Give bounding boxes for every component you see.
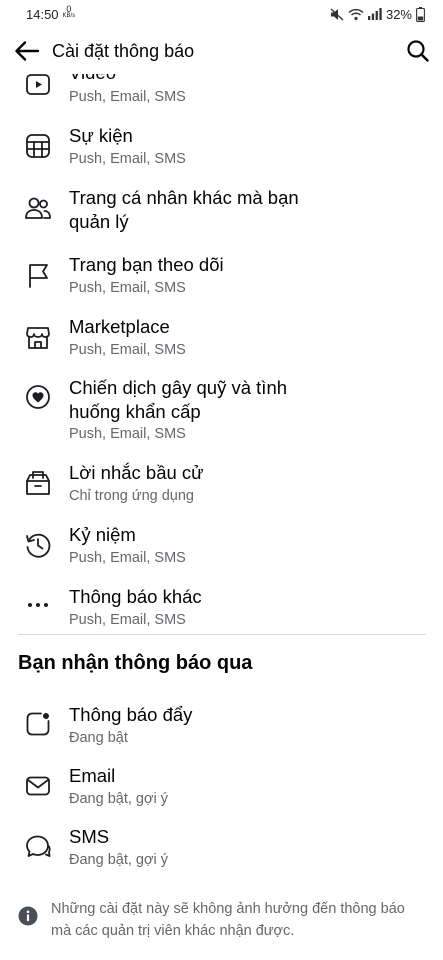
app-header: Cài đặt thông báo — [0, 28, 443, 74]
item-subtitle: Push, Email, SMS — [69, 550, 186, 566]
calendar-icon — [24, 132, 52, 160]
item-title: Email — [69, 765, 116, 786]
item-subtitle: Chỉ trong ứng dụng — [69, 488, 194, 504]
page-title: Cài đặt thông báo — [52, 40, 195, 61]
item-title: Trang bạn theo dõi — [69, 254, 224, 275]
section-divider — [18, 634, 426, 635]
list-item-fundraisers[interactable]: Chiến dịch gây quỹ và tình huống khẩn cấ… — [0, 376, 443, 446]
battery-percent: 32% — [385, 6, 412, 22]
footer-note-text: Những cài đặt này sẽ không ảnh hưởng đến… — [51, 898, 431, 942]
history-icon — [24, 531, 52, 559]
list-item-push[interactable]: Thông báo đẩy Đang bật — [0, 703, 443, 753]
item-title: Chiến dịch gây quỹ và tình — [69, 377, 288, 398]
item-subtitle: Push, Email, SMS — [69, 151, 186, 167]
item-title: Thông báo đẩy — [69, 704, 193, 725]
info-icon — [18, 906, 38, 926]
list-item-election-reminders[interactable]: Lời nhắc bầu cử Chỉ trong ứng dụng — [0, 461, 443, 511]
item-title-line2: huống khẩn cấp — [69, 401, 201, 422]
list-item-other-profiles[interactable]: Trang cá nhân khác mà bạn quản lý — [0, 186, 443, 242]
network-speed-unit: KB/s — [62, 13, 76, 19]
item-title: Sự kiện — [69, 125, 133, 146]
item-subtitle: Đang bật, gợi ý — [69, 791, 168, 807]
flag-icon — [24, 261, 52, 289]
list-item-marketplace[interactable]: Marketplace Push, Email, SMS — [0, 315, 443, 365]
mute-icon — [330, 8, 344, 21]
notification-settings-screen: Video Push, Email, SMS Sự kiện Push, Ema… — [0, 0, 443, 960]
list-item-followed-pages[interactable]: Trang bạn theo dõi Push, Email, SMS — [0, 253, 443, 303]
status-bar: 14:50 0 KB/s 32% — [0, 0, 443, 28]
list-item-sms[interactable]: SMS Đang bật, gợi ý — [0, 825, 443, 875]
delivery-section-title: Bạn nhận thông báo qua — [18, 652, 253, 674]
envelope-icon — [24, 772, 52, 800]
item-title: Thông báo khác — [69, 586, 202, 607]
network-speed: 0 KB/s — [62, 4, 76, 20]
footer-note-line1: Những cài đặt này sẽ không ảnh hưởng đến… — [51, 901, 405, 917]
video-icon — [24, 71, 52, 99]
status-time: 14:50 — [26, 6, 59, 22]
chat-bubble-icon — [24, 833, 52, 861]
network-speed-value: 0 — [66, 4, 72, 14]
list-item-events[interactable]: Sự kiện Push, Email, SMS — [0, 124, 443, 174]
search-button[interactable] — [403, 36, 433, 66]
list-item-other-notifications[interactable]: Thông báo khác Push, Email, SMS — [0, 585, 443, 635]
heart-circle-icon — [24, 383, 52, 411]
search-icon — [407, 40, 429, 62]
item-title: SMS — [69, 826, 110, 847]
item-title: Kỷ niệm — [69, 524, 136, 545]
signal-icon — [367, 8, 382, 20]
back-arrow-icon — [15, 41, 40, 61]
list-item-email[interactable]: Email Đang bật, gợi ý — [0, 764, 443, 814]
battery-icon — [416, 6, 425, 22]
footer-note-line2: mà các quản trị viên khác nhận được. — [51, 923, 295, 939]
shop-icon — [24, 323, 52, 351]
item-title-line2: quản lý — [69, 211, 129, 232]
item-subtitle: Push, Email, SMS — [69, 342, 186, 358]
more-icon — [24, 591, 52, 619]
item-subtitle: Push, Email, SMS — [69, 280, 186, 296]
wifi-icon — [348, 8, 364, 21]
list-item-memories[interactable]: Kỷ niệm Push, Email, SMS — [0, 523, 443, 573]
item-title: Lời nhắc bầu cử — [69, 462, 204, 483]
push-notification-icon — [24, 710, 52, 738]
item-subtitle: Push, Email, SMS — [69, 426, 186, 442]
back-button[interactable] — [12, 36, 42, 66]
item-subtitle: Push, Email, SMS — [69, 612, 186, 628]
people-icon — [24, 194, 52, 222]
item-title: Trang cá nhân khác mà bạn — [69, 187, 299, 208]
item-subtitle: Push, Email, SMS — [69, 89, 186, 105]
ballot-box-icon — [24, 469, 52, 497]
item-subtitle: Đang bật, gợi ý — [69, 852, 168, 868]
item-title: Marketplace — [69, 316, 170, 337]
item-subtitle: Đang bật — [69, 730, 128, 746]
